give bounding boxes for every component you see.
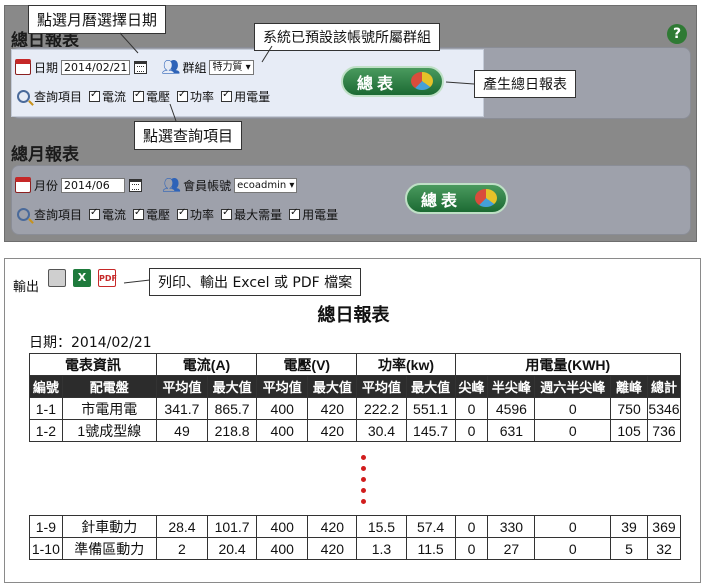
table-cell: 400 — [256, 419, 309, 442]
export-callout: 列印、輸出 Excel 或 PDF 檔案 — [149, 268, 362, 296]
table-cell: 20.4 — [207, 537, 258, 560]
table-cell: 15.5 — [356, 515, 407, 538]
export-label: 輸出 — [13, 280, 40, 295]
ellipsis-dots — [361, 455, 367, 510]
table-cell: 0 — [534, 537, 612, 560]
table-cell: 27 — [487, 537, 536, 560]
table-cell: 1-10 — [29, 537, 63, 560]
table-cell: 101.7 — [207, 515, 258, 538]
table-cell: 49 — [155, 419, 209, 442]
table-cell: 105 — [610, 419, 648, 442]
column-header: 週六半尖峰 — [534, 375, 612, 398]
table-cell: 0 — [534, 515, 612, 538]
table-cell: 341.7 — [155, 397, 209, 420]
table-cell: 420 — [307, 419, 358, 442]
table-cell: 1-2 — [29, 419, 63, 442]
export-pointer — [123, 279, 151, 284]
pdf-icon[interactable]: PDF — [98, 269, 117, 287]
table-row: 1-1 市電用電 341.7 865.7 400 420 222.2 551.1 0 4596 0 7… — [29, 397, 682, 420]
table-cell: 32 — [646, 537, 682, 560]
table-cell: 1號成型線 — [61, 419, 157, 442]
table-cell: 420 — [307, 397, 358, 420]
table-cell: 1.3 — [356, 537, 407, 560]
calendar-pointer — [119, 32, 139, 54]
table-row: 1-10 準備區動力 2 20.4 400 420 1.3 11.5 0 27 0 5 32 — [29, 537, 682, 560]
callout-pointers — [119, 32, 475, 122]
group-header: 電表資訊 — [29, 353, 157, 376]
table-cell: 4596 — [487, 397, 536, 420]
column-header: 配電盤 — [61, 375, 157, 398]
table-cell: 369 — [646, 515, 682, 538]
rows-bottom: 1-9 針車動力 28.4 101.7 400 420 15.5 57.4 0 330 0 39 369… — [29, 515, 682, 560]
table-cell: 57.4 — [405, 515, 456, 538]
report-title: 總日報表 — [317, 305, 390, 326]
group-header: 用電量(KWH) — [454, 353, 682, 376]
table-cell: 1-9 — [29, 515, 63, 538]
table-cell: 218.8 — [207, 419, 258, 442]
column-header: 平均值 — [155, 375, 209, 398]
table-cell: 5346 — [646, 397, 682, 420]
column-header: 編號 — [29, 375, 63, 398]
table-cell: 0 — [454, 515, 489, 538]
query-pointer — [169, 103, 177, 122]
column-header: 半尖峰 — [487, 375, 536, 398]
table-cell: 222.2 — [356, 397, 407, 420]
table-cell: 2 — [155, 537, 209, 560]
column-header: 最大值 — [207, 375, 258, 398]
group-header: 電流(A) — [155, 353, 258, 376]
table-cell: 1-1 — [29, 397, 63, 420]
report-table: 電表資訊 電流(A) 電壓(V) 功率(kw) 用電量(KWH) 編號 配電盤 平均… — [29, 353, 682, 560]
table-cell: 5 — [610, 537, 648, 560]
table-cell: 400 — [256, 515, 309, 538]
table-cell: 39 — [610, 515, 648, 538]
column-header: 最大值 — [405, 375, 456, 398]
table-cell: 0 — [454, 397, 489, 420]
column-header: 平均值 — [256, 375, 309, 398]
table-cell: 330 — [487, 515, 536, 538]
table-cell: 420 — [307, 537, 358, 560]
report-preview: 輸出 X PDF 列印、輸出 Excel 或 PDF 檔案 總日報表 日期：20… — [4, 258, 701, 583]
table-cell: 736 — [646, 419, 682, 442]
table-cell: 0 — [454, 537, 489, 560]
column-header: 最大值 — [307, 375, 358, 398]
table-cell: 市電用電 — [61, 397, 157, 420]
table-cell: 400 — [256, 537, 309, 560]
table-cell: 145.7 — [405, 419, 456, 442]
table-cell: 11.5 — [405, 537, 456, 560]
column-header: 總計 — [646, 375, 682, 398]
print-icon[interactable] — [48, 269, 66, 287]
report-date: 日期：2014/02/21 — [29, 335, 152, 351]
group-header-row: 電表資訊 電流(A) 電壓(V) 功率(kw) 用電量(KWH) — [29, 353, 682, 376]
column-header: 尖峰 — [454, 375, 489, 398]
table-cell: 0 — [454, 419, 489, 442]
generate-pointer — [445, 81, 475, 85]
table-cell: 865.7 — [207, 397, 258, 420]
column-header: 離峰 — [610, 375, 648, 398]
table-cell: 0 — [534, 397, 612, 420]
group-header: 功率(kw) — [356, 353, 456, 376]
table-cell: 551.1 — [405, 397, 456, 420]
table-row: 1-9 針車動力 28.4 101.7 400 420 15.5 57.4 0 330 0 39 369 — [29, 515, 682, 538]
column-header-row: 編號 配電盤 平均值 最大值 平均值 最大值 平均值 最大值 尖峰 半尖峰 週六半尖峰 離峰 總計 — [29, 375, 682, 398]
table-cell: 30.4 — [356, 419, 407, 442]
table-cell: 750 — [610, 397, 648, 420]
table-row: 1-2 1號成型線 49 218.8 400 420 30.4 145.7 0 631 0 105 73… — [29, 419, 682, 442]
table-cell: 0 — [534, 419, 612, 442]
table-cell: 準備區動力 — [61, 537, 157, 560]
group-pointer — [261, 45, 273, 63]
table-cell: 400 — [256, 397, 309, 420]
table-cell: 28.4 — [155, 515, 209, 538]
table-gap-row — [29, 441, 681, 516]
group-header: 電壓(V) — [256, 353, 358, 376]
table-cell: 針車動力 — [61, 515, 157, 538]
rows-top: 1-1 市電用電 341.7 865.7 400 420 222.2 551.1 0 4596 0 7… — [29, 397, 682, 442]
table-cell: 420 — [307, 515, 358, 538]
excel-icon[interactable]: X — [73, 269, 91, 287]
column-header: 平均值 — [356, 375, 407, 398]
table-cell: 631 — [487, 419, 536, 442]
